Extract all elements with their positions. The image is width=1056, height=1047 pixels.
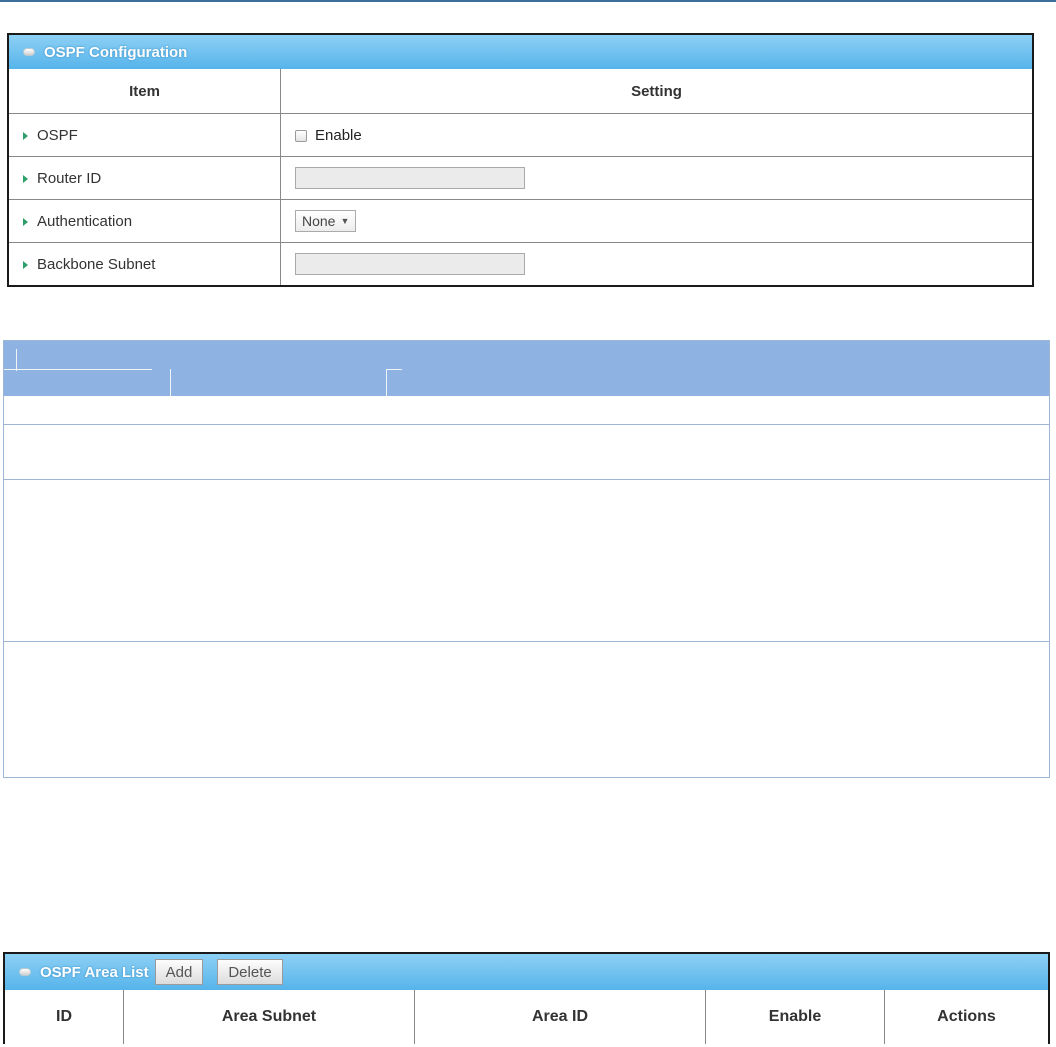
column-tick (4, 369, 152, 370)
row-marker-icon (23, 131, 28, 140)
row-divider (4, 641, 1049, 642)
backbone-subnet-label: Backbone Subnet (37, 255, 156, 273)
delete-button[interactable]: Delete (217, 959, 283, 985)
column-tick (170, 369, 171, 396)
column-tick (386, 369, 387, 396)
ospf-enable-checkbox[interactable] (295, 129, 307, 142)
ospf-row: OSPF Enable (9, 113, 1032, 157)
ospf-configuration-title: OSPF Configuration (44, 43, 188, 61)
collapse-icon[interactable] (23, 48, 35, 56)
enable-column-header: Enable (705, 990, 885, 1044)
row-divider (4, 424, 1049, 425)
row-divider (4, 479, 1049, 480)
ospf-area-list-panel: OSPF Area List Add Delete ID Area Subnet… (3, 952, 1050, 1044)
dropdown-arrow-icon: ▼ (340, 216, 350, 226)
row-marker-icon (23, 174, 28, 183)
router-id-label: Router ID (37, 169, 102, 187)
ospf-area-list-header: OSPF Area List Add Delete (5, 954, 1048, 990)
collapse-icon[interactable] (19, 968, 31, 976)
id-column-header: ID (5, 990, 124, 1044)
row-marker-icon (23, 260, 28, 269)
column-tick (386, 369, 402, 370)
authentication-selected-value: None (302, 213, 336, 229)
description-table-header (4, 341, 1049, 396)
backbone-subnet-row: Backbone Subnet (9, 242, 1032, 285)
row-marker-icon (23, 217, 28, 226)
ospf-area-list-table: ID Area Subnet Area ID Enable Actions (5, 990, 1048, 1044)
area-subnet-column-header: Area Subnet (123, 990, 415, 1044)
router-id-row: Router ID (9, 156, 1032, 200)
item-column-header: Item (9, 69, 281, 114)
column-tick (16, 349, 17, 361)
top-rule (0, 0, 1056, 2)
ospf-configuration-table: Item Setting OSPF Enable Router ID Authe… (9, 69, 1032, 285)
authentication-select[interactable]: None ▼ (295, 210, 357, 232)
ospf-area-list-title: OSPF Area List (40, 963, 149, 981)
ospf-enable-label[interactable]: Enable (315, 127, 362, 144)
description-table (3, 340, 1050, 778)
authentication-row: Authentication None ▼ (9, 199, 1032, 243)
router-id-input[interactable] (295, 167, 525, 189)
ospf-label: OSPF (37, 126, 78, 144)
ospf-configuration-header: OSPF Configuration (9, 35, 1032, 69)
ospf-configuration-panel: OSPF Configuration Item Setting OSPF Ena… (7, 33, 1034, 287)
area-id-column-header: Area ID (414, 990, 706, 1044)
actions-column-header: Actions (884, 990, 1048, 1044)
backbone-subnet-input[interactable] (295, 253, 525, 275)
add-button[interactable]: Add (154, 959, 204, 985)
setting-column-header: Setting (280, 69, 1032, 114)
authentication-label: Authentication (37, 212, 133, 230)
